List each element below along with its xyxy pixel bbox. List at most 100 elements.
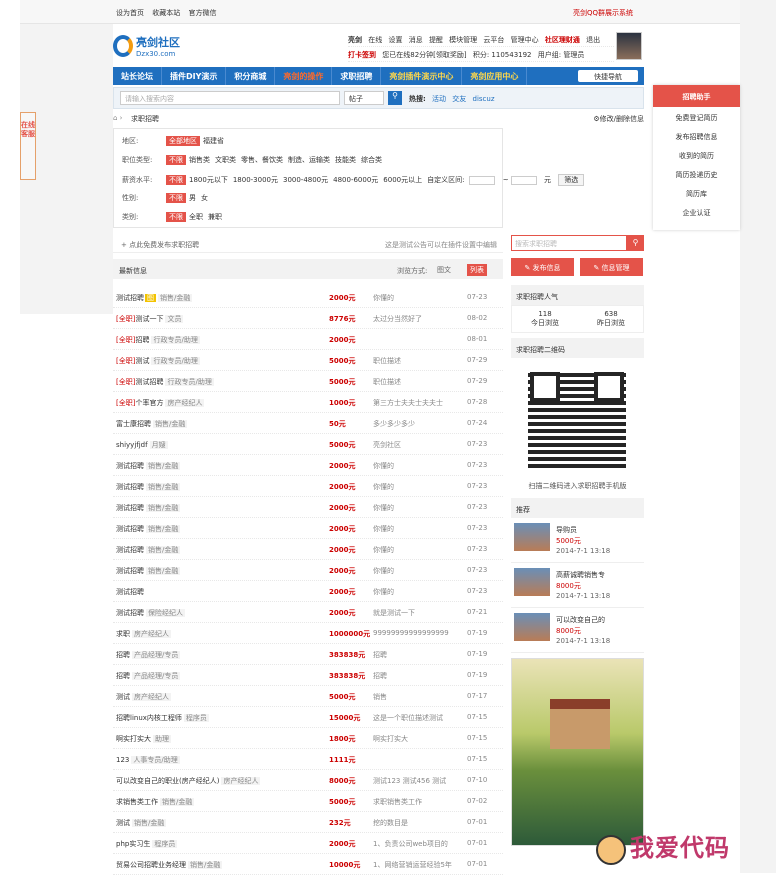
filter-option[interactable]: 3000-4800元	[283, 176, 328, 184]
checkin-note[interactable]: 您已在线82分钟[领取奖励]	[382, 51, 466, 59]
job-title[interactable]: 招聘 产品经理/专员	[116, 650, 181, 660]
table-row[interactable]: 123 人事专员/助理 1111元 07-15	[113, 749, 503, 770]
home-icon[interactable]: ⌂ ›	[113, 114, 122, 122]
table-row[interactable]: [全职]招聘 行政专员/助理 2000元 08-01	[113, 329, 503, 350]
filter-option[interactable]: 女	[201, 194, 208, 202]
hot-link[interactable]: 活动	[432, 95, 446, 103]
job-title[interactable]: 测试招聘 保险经纪人	[116, 608, 185, 618]
job-title[interactable]: 啊实打实大 助理	[116, 734, 171, 744]
job-title[interactable]: 测试招聘 销售/金融	[116, 482, 181, 492]
panel-item[interactable]: 免费登记简历	[653, 107, 740, 126]
table-row[interactable]: 求销售类工作 销售/金融 5000元 求职销售类工作 07-02	[113, 791, 503, 812]
job-title[interactable]: 测试招聘 销售/金融	[116, 503, 181, 513]
manage-button[interactable]: ✎ 信息管理	[580, 258, 643, 276]
table-row[interactable]: 求职 房产经纪人 1000000元 99999999999999999 07-19	[113, 623, 503, 644]
notify-link[interactable]: 提醒	[429, 36, 443, 44]
nav-item-plugin-demo[interactable]: 亮剑插件演示中心	[381, 67, 463, 85]
job-title[interactable]: [全职]测试 行政专员/助理	[116, 356, 200, 366]
table-row[interactable]: php实习生 程序员 2000元 1、负责公司web项目的 07-01	[113, 833, 503, 854]
table-row[interactable]: 测试 销售/金融 232元 挖的数目是 07-01	[113, 812, 503, 833]
job-title[interactable]: [全职]招聘 行政专员/助理	[116, 335, 200, 345]
job-title[interactable]: [全职]测试招聘 行政专员/助理	[116, 377, 214, 387]
page-title[interactable]: 求职招聘	[131, 114, 159, 124]
nav-item-app-center[interactable]: 亮剑应用中心	[462, 67, 528, 85]
ad-poster[interactable]	[511, 658, 644, 846]
filter-tag[interactable]: 不限	[166, 155, 186, 165]
filter-submit-button[interactable]: 筛选	[558, 174, 585, 186]
messages-link[interactable]: 消息	[409, 36, 423, 44]
job-title[interactable]: php实习生 程序员	[116, 839, 178, 849]
settings-link[interactable]: 设置	[388, 36, 402, 44]
filter-tag[interactable]: 不限	[166, 175, 186, 185]
job-title[interactable]: 可以改变自己的职业(房产经纪人) 房产经纪人	[116, 776, 261, 786]
recommend-item[interactable]: 可以改变自己的 8000元 2014-7-1 13:18	[511, 608, 644, 653]
table-row[interactable]: 测试招聘 销售/金融 2000元 你懂的 07-23	[113, 539, 503, 560]
site-logo[interactable]: 亮剑社区 Dzx30.com	[113, 31, 180, 61]
hot-link[interactable]: discuz	[473, 95, 495, 103]
table-row[interactable]: 测试 房产经纪人 5000元 销售 07-17	[113, 686, 503, 707]
table-row[interactable]: 招聘linux内核工程师 程序员 15000元 这是一个职位描述测试 07-15	[113, 707, 503, 728]
job-title[interactable]: 富士康招聘 销售/金融	[116, 419, 188, 429]
online-service-tab[interactable]: 在线客服	[20, 112, 36, 180]
edit-delete-link[interactable]: ⚙修改/删除信息	[593, 114, 644, 124]
wechat-link[interactable]: 官方微信	[188, 9, 216, 17]
filter-option[interactable]: 4800-6000元	[333, 176, 378, 184]
set-homepage-link[interactable]: 设为首页	[116, 9, 144, 17]
table-row[interactable]: [全职]测试 行政专员/助理 5000元 职位描述 07-29	[113, 350, 503, 371]
filter-option[interactable]: 兼职	[208, 213, 222, 221]
logout-link[interactable]: 退出	[586, 36, 600, 44]
table-row[interactable]: 招聘 产品经理/专员 383838元 招聘 07-19	[113, 644, 503, 665]
publish-button[interactable]: ✎ 发布信息	[511, 258, 574, 276]
hot-link[interactable]: 交友	[452, 95, 466, 103]
table-row[interactable]: 测试招聘 保险经纪人 2000元 就是测试一下 07-21	[113, 602, 503, 623]
job-title[interactable]: 求销售类工作 销售/金融	[116, 797, 195, 807]
qq-group-link[interactable]: 亮剑QQ群展示系统	[573, 8, 633, 18]
nav-item-plugin-diy[interactable]: 插件DIY演示	[162, 67, 227, 85]
job-title[interactable]: 测试招聘 销售/金融	[116, 524, 181, 534]
job-title[interactable]: 测试 房产经纪人	[116, 692, 171, 702]
table-row[interactable]: 测试招聘 销售/金融 2000元 你懂的 07-23	[113, 518, 503, 539]
recommend-item[interactable]: 高薪诚聘销售专 8000元 2014-7-1 13:18	[511, 563, 644, 608]
panel-item[interactable]: 发布招聘信息	[653, 126, 740, 145]
filter-option[interactable]: 销售类	[189, 156, 210, 164]
search-button[interactable]: ⚲	[388, 91, 402, 105]
table-row[interactable]: [全职]测试招聘 行政专员/助理 5000元 职位描述 07-29	[113, 371, 503, 392]
finance-link[interactable]: 社区理财通	[545, 36, 580, 44]
filter-option[interactable]: 制造、运输类	[288, 156, 330, 164]
filter-tag[interactable]: 全部地区	[166, 136, 200, 146]
table-row[interactable]: [全职]测试一下 文员 8776元 太过分当然好了 08-02	[113, 308, 503, 329]
filter-tag[interactable]: 不限	[166, 193, 186, 203]
table-row[interactable]: 啊实打实大 助理 1800元 啊实打实大 07-15	[113, 728, 503, 749]
panel-item[interactable]: 收到的简历	[653, 145, 740, 164]
free-post-link[interactable]: + 点此免费发布求职招聘	[121, 240, 199, 250]
module-admin-link[interactable]: 模块管理	[449, 36, 477, 44]
job-title[interactable]: [全职]测试一下 文员	[116, 314, 184, 324]
side-search-button[interactable]: ⚲	[627, 235, 644, 251]
salary-max-input[interactable]	[510, 175, 537, 185]
recommend-item[interactable]: 导购员 5000元 2014-7-1 13:18	[511, 518, 644, 563]
filter-option[interactable]: 福建省	[203, 137, 224, 145]
cloud-link[interactable]: 云平台	[483, 36, 504, 44]
panel-item[interactable]: 简历库	[653, 183, 740, 202]
job-title[interactable]: 测试 销售/金融	[116, 818, 167, 828]
nav-item-operations[interactable]: 亮剑的操作	[275, 67, 333, 85]
checkin-link[interactable]: 打卡签到	[348, 51, 376, 59]
nav-item-points-mall[interactable]: 积分商城	[226, 67, 276, 85]
table-row[interactable]: 测试招聘图销售/金融 2000元 你懂的 07-23	[113, 287, 503, 308]
job-title[interactable]: 招聘linux内核工程师 程序员	[116, 713, 209, 723]
quick-nav-button[interactable]: 快捷导航	[578, 70, 638, 82]
usergroup-menu[interactable]: 用户组: 管理员	[538, 51, 585, 59]
table-row[interactable]: 测试招聘 销售/金融 2000元 你懂的 07-23	[113, 476, 503, 497]
avatar[interactable]	[616, 32, 642, 60]
filter-option[interactable]: 1800元以下	[189, 176, 228, 184]
job-title[interactable]: 测试招聘图销售/金融	[116, 293, 193, 303]
table-row[interactable]: 富士康招聘 销售/金融 50元 多少多少多少 07-24	[113, 413, 503, 434]
job-title[interactable]: 测试招聘 销售/金融	[116, 545, 181, 555]
table-row[interactable]: 可以改变自己的职业(房产经纪人) 房产经纪人 8000元 测试123 测试456 测试…	[113, 770, 503, 791]
table-row[interactable]: 招聘 产品经理/专员 383838元 招聘 07-19	[113, 665, 503, 686]
points-menu[interactable]: 积分: 110543192	[473, 51, 532, 59]
job-title[interactable]: [全职]个率官方 房产经纪人	[116, 398, 205, 408]
filter-option[interactable]: 技能类	[335, 156, 356, 164]
job-title[interactable]: 123 人事专员/助理	[116, 755, 180, 765]
job-title[interactable]: shiyyjfjdf 月嫂	[116, 440, 168, 450]
